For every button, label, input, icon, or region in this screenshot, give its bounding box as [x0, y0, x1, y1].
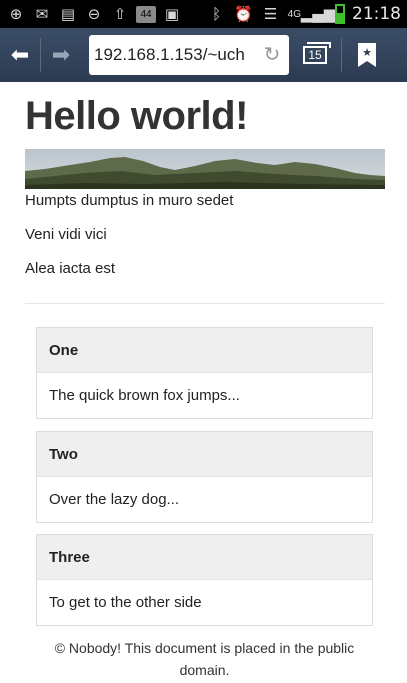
panel-heading: Two — [37, 432, 372, 477]
minus-circle-icon: ⊖ — [87, 5, 101, 23]
clock: 21:18 — [352, 4, 401, 24]
panel-heading: One — [37, 328, 372, 373]
upload-icon: ⇧ — [113, 5, 127, 23]
panel-body: Over the lazy dog... — [49, 491, 180, 508]
status-left: ⊕ ✉ ▤ ⊖ ⇧ 44 ▣ — [0, 4, 182, 24]
text-line-1: Humpts dumptus in muro sedet — [25, 192, 234, 209]
page-title: Hello world! — [25, 94, 248, 138]
notification-badge: 44 — [136, 5, 156, 23]
bookmark-button[interactable]: ★ — [342, 28, 392, 82]
alarm-icon: ⏰ — [234, 5, 253, 23]
forward-arrow-icon: ➡ — [51, 42, 71, 68]
signal-icon: ▂▄▆ — [300, 5, 336, 23]
add-icon: ⊕ — [9, 5, 23, 23]
text-line-2: Veni vidi vici — [25, 226, 107, 243]
back-arrow-icon: ⬅ — [10, 42, 30, 68]
status-right: ᛒ ⏰ ☰ 4G ▂▄▆ 21:18 — [207, 4, 407, 24]
tabs-icon: 15 — [303, 42, 331, 64]
back-button[interactable]: ⬅ — [0, 28, 40, 82]
panel-one: One The quick brown fox jumps... — [36, 327, 373, 419]
url-bar[interactable]: 192.168.1.153/~uch ↻ — [89, 35, 289, 75]
network-type: 4G — [287, 8, 301, 20]
bluetooth-icon: ᛒ — [212, 5, 222, 23]
banner-image — [25, 149, 385, 189]
browser-toolbar: ⬅ ➡ 192.168.1.153/~uch ↻ 15 ★ — [0, 28, 407, 82]
panel-heading: Three — [37, 535, 372, 580]
url-text[interactable]: 192.168.1.153/~uch — [89, 45, 264, 65]
battery-icon — [335, 4, 345, 24]
tab-count: 15 — [308, 48, 322, 62]
bookmark-icon: ★ — [358, 43, 376, 67]
divider — [25, 303, 385, 304]
image-icon: ▣ — [164, 5, 180, 23]
wifi-icon: ☰ — [263, 5, 278, 23]
mail-icon: ✉ — [35, 5, 49, 23]
clipboard-icon: ▤ — [60, 5, 76, 23]
tabs-button[interactable]: 15 — [289, 28, 341, 82]
panel-two: Two Over the lazy dog... — [36, 431, 373, 523]
status-bar: ⊕ ✉ ▤ ⊖ ⇧ 44 ▣ ᛒ ⏰ ☰ 4G ▂▄▆ 21:18 — [0, 0, 407, 28]
panel-body: To get to the other side — [49, 594, 202, 611]
reload-icon[interactable]: ↻ — [261, 42, 283, 66]
forward-button[interactable]: ➡ — [41, 28, 81, 82]
panel-body: The quick brown fox jumps... — [49, 387, 240, 404]
footer-text: © Nobody! This document is placed in the… — [54, 640, 355, 678]
text-line-3: Alea iacta est — [25, 260, 116, 277]
web-page: Hello world! Humpts dumptus in muro sede… — [0, 82, 407, 683]
panel-three: Three To get to the other side — [36, 534, 373, 626]
